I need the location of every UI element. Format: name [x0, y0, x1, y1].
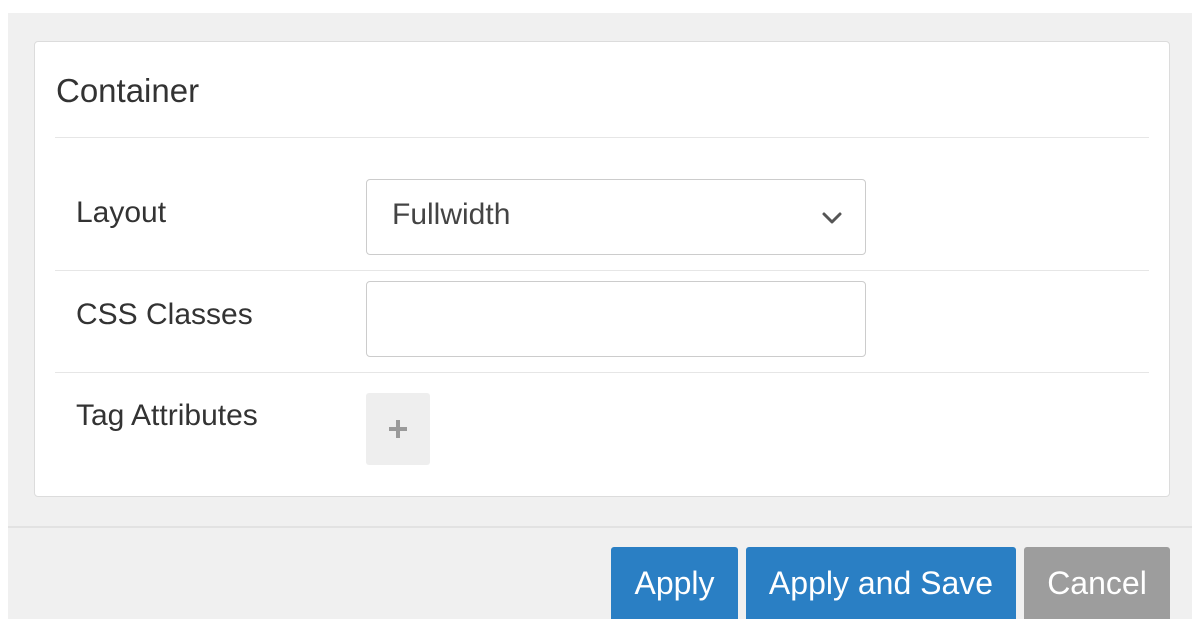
chevron-down-icon: [822, 212, 842, 224]
layout-label: Layout: [76, 196, 167, 229]
row-divider: [55, 270, 1149, 271]
container-settings-dialog: Container Layout Fullwidth CSS Classes T…: [8, 13, 1192, 619]
css-classes-input[interactable]: [366, 281, 866, 357]
tag-attributes-label: Tag Attributes: [76, 399, 258, 432]
layout-select-value: Fullwidth: [392, 198, 511, 231]
layout-select[interactable]: Fullwidth: [366, 179, 866, 255]
css-classes-label: CSS Classes: [76, 298, 253, 331]
footer-divider: [8, 526, 1192, 528]
plus-icon: [389, 420, 407, 438]
title-divider: [55, 137, 1149, 138]
cancel-button[interactable]: Cancel: [1024, 547, 1170, 619]
settings-panel: Container Layout Fullwidth CSS Classes T…: [34, 41, 1170, 497]
add-tag-attribute-button[interactable]: [366, 393, 430, 465]
panel-title: Container: [56, 72, 200, 109]
apply-and-save-button[interactable]: Apply and Save: [746, 547, 1016, 619]
apply-button[interactable]: Apply: [611, 547, 738, 619]
row-divider: [55, 372, 1149, 373]
